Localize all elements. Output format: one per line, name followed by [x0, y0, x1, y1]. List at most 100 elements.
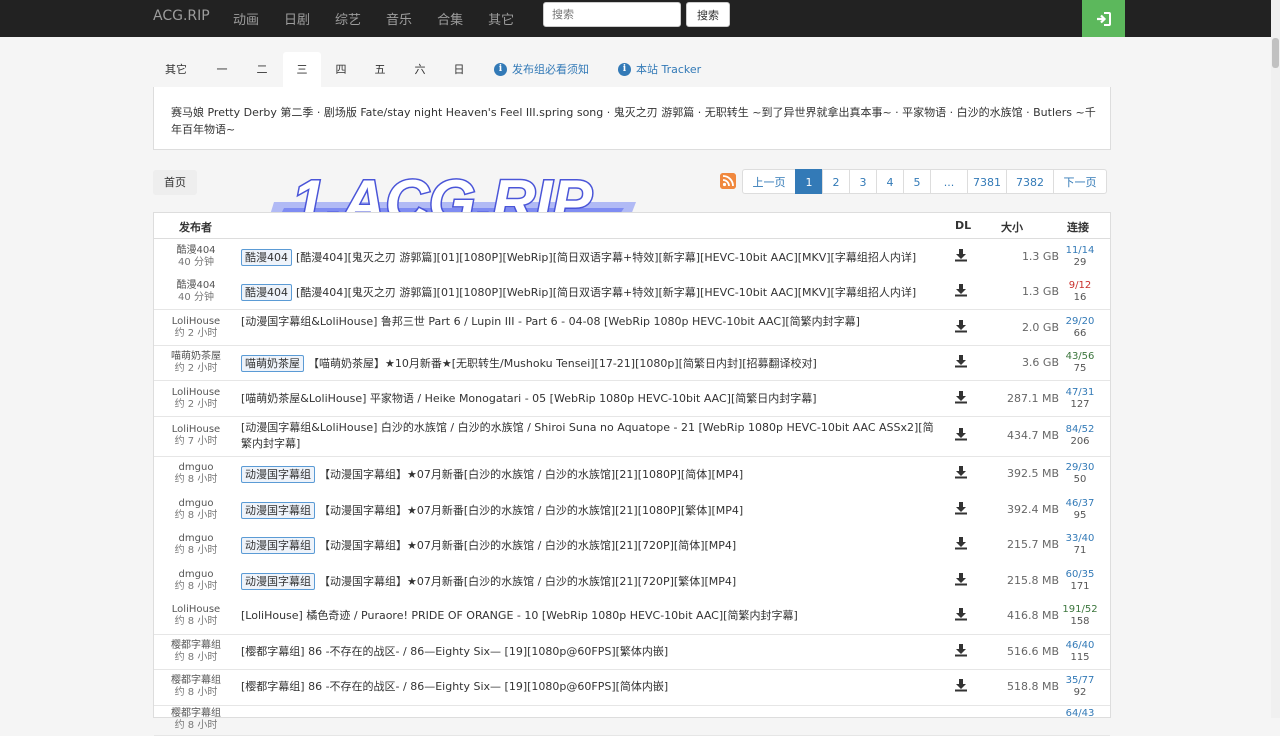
seeders-leechers: 29/20 [1065, 315, 1095, 327]
file-size: 287.1 MB [1006, 391, 1059, 405]
torrent-title-link[interactable]: [酷漫404][鬼灭之刃 游郭篇][01][1080P][WebRip][简日双… [296, 251, 916, 264]
team-tag[interactable]: 酷漫404 [241, 283, 292, 301]
page-4[interactable]: 4 [876, 169, 904, 194]
publisher-cell: dmguo 约 8 小时 [154, 462, 238, 486]
torrent-title-link[interactable]: [喵萌奶茶屋&LoliHouse] 平家物语 / Heike Monogatar… [241, 392, 817, 405]
publisher-name[interactable]: dmguo [154, 462, 238, 474]
download-icon[interactable] [954, 354, 968, 368]
team-tag[interactable]: 动漫国字幕组 [241, 466, 315, 483]
team-tag[interactable]: 喵萌奶茶屋 [241, 354, 304, 372]
download-icon[interactable] [954, 390, 968, 404]
download-icon[interactable] [954, 319, 968, 333]
page-2[interactable]: 2 [822, 169, 850, 194]
torrent-title-link[interactable]: [樱都字幕组] 86 -不存在的战区- / 86—Eighty Six— [19… [241, 680, 668, 693]
tab-tuesday[interactable]: 二 [243, 52, 281, 87]
torrent-title-link[interactable]: [LoliHouse] 橘色奇迹 / Puraore! PRIDE OF ORA… [241, 609, 798, 622]
page-7382[interactable]: 7382 [1006, 169, 1054, 194]
tab-wednesday[interactable]: 三 [283, 52, 321, 87]
publisher-name[interactable]: 樱都字幕组 [154, 640, 238, 652]
page-scrollbar[interactable] [1271, 0, 1280, 718]
torrent-title-link[interactable]: 【喵萌奶茶屋】★10月新番★[无职转生/Mushoku Tensei][17-2… [308, 357, 817, 370]
nav-link-music[interactable]: 音乐 [386, 9, 412, 28]
torrent-title-link[interactable]: [动漫国字幕组&LoliHouse] 鲁邦三世 Part 6 / Lupin I… [241, 315, 860, 328]
seeders-leechers: 47/31 [1065, 386, 1095, 398]
tracker-link[interactable]: i 本站 Tracker [618, 52, 701, 87]
publisher-name[interactable]: 樱都字幕组 [154, 708, 238, 720]
nav-link-other[interactable]: 其它 [488, 9, 514, 28]
team-tag[interactable]: 动漫国字幕组 [241, 537, 315, 554]
login-button[interactable] [1082, 0, 1125, 37]
schedule-list[interactable]: 赛马娘 Pretty Derby 第二季 · 剧场版 Fate/stay nig… [171, 104, 1096, 138]
publisher-name[interactable]: LoliHouse [154, 316, 238, 328]
publisher-name[interactable]: dmguo [154, 498, 238, 510]
download-icon[interactable] [954, 607, 968, 621]
tab-saturday[interactable]: 六 [401, 52, 439, 87]
publisher-name[interactable]: 酷漫404 [154, 280, 238, 292]
search-button[interactable]: 搜索 [686, 2, 730, 27]
publisher-cell: 樱都字幕组约 8 小时 [154, 675, 238, 699]
publisher-name[interactable]: LoliHouse [154, 604, 238, 616]
publisher-notice-link[interactable]: i 发布组必看须知 [494, 52, 589, 87]
download-icon[interactable] [954, 283, 968, 297]
search-input[interactable] [543, 2, 681, 27]
nav-link-collection[interactable]: 合集 [437, 9, 463, 28]
download-icon[interactable] [954, 501, 968, 515]
tab-other[interactable]: 其它 [153, 52, 199, 87]
torrent-title-link[interactable]: [酷漫404][鬼灭之刃 游郭篇][01][1080P][WebRip][简日双… [296, 286, 916, 299]
team-tag[interactable]: 酷漫404 [241, 248, 292, 266]
publisher-cell: 喵萌奶茶屋约 2 小时 [154, 351, 238, 375]
download-icon[interactable] [954, 643, 968, 657]
download-icon[interactable] [954, 465, 968, 479]
scrollbar-thumb[interactable] [1272, 38, 1279, 68]
torrent-title-link[interactable]: 【动漫国字幕组】★07月新番[白沙的水族馆 / 白沙的水族馆][21][1080… [319, 468, 743, 481]
team-tag[interactable]: 动漫国字幕组 [241, 501, 315, 519]
download-icon[interactable] [954, 427, 968, 441]
torrent-title-link[interactable]: [樱都字幕组] 86 -不存在的战区- / 86—Eighty Six— [19… [241, 645, 668, 658]
publisher-name[interactable]: LoliHouse [154, 424, 238, 436]
seeders-leechers: 46/40 [1065, 639, 1095, 651]
download-icon[interactable] [954, 248, 968, 262]
publisher-name[interactable]: 喵萌奶茶屋 [154, 351, 238, 363]
seeders-leechers: 33/40 [1065, 533, 1095, 544]
breadcrumb-home[interactable]: 首页 [153, 170, 197, 195]
page-3[interactable]: 3 [849, 169, 877, 194]
nav-link-drama[interactable]: 日剧 [284, 9, 310, 28]
publisher-name[interactable]: 樱都字幕组 [154, 675, 238, 687]
nav-link-anime[interactable]: 动画 [233, 9, 259, 28]
download-icon[interactable] [954, 572, 968, 586]
tab-friday[interactable]: 五 [361, 52, 399, 87]
completed-count: 206 [1070, 436, 1090, 447]
download-icon[interactable] [954, 536, 968, 550]
page-prev[interactable]: 上一页 [742, 169, 796, 194]
publisher-cell: dmguo 约 8 小时 [154, 569, 238, 593]
info-icon: i [618, 63, 631, 76]
torrent-title-cell: [LoliHouse] 橘色奇迹 / Puraore! PRIDE OF ORA… [241, 608, 941, 624]
torrent-title-link[interactable]: 【动漫国字幕组】★07月新番[白沙的水族馆 / 白沙的水族馆][21][720P… [319, 575, 736, 588]
seeders-leechers: 9/12 [1068, 279, 1092, 291]
torrent-title-link[interactable]: 【动漫国字幕组】★07月新番[白沙的水族馆 / 白沙的水族馆][21][720P… [319, 539, 736, 552]
login-icon [1097, 11, 1111, 26]
torrent-title-link[interactable]: [动漫国字幕组&LoliHouse] 白沙的水族馆 / 白沙的水族馆 / Shi… [241, 421, 934, 450]
brand-link[interactable]: ACG.RIP [153, 8, 210, 24]
team-tag[interactable]: 动漫国字幕组 [241, 572, 315, 590]
publisher-name[interactable]: 酷漫404 [154, 245, 238, 257]
publisher-name[interactable]: dmguo [154, 533, 238, 545]
rss-icon[interactable] [720, 173, 736, 189]
tab-monday[interactable]: 一 [203, 52, 241, 87]
publisher-name[interactable]: dmguo [154, 569, 238, 581]
tab-sunday[interactable]: 日 [440, 52, 478, 87]
download-icon[interactable] [954, 678, 968, 692]
tab-thursday[interactable]: 四 [322, 52, 360, 87]
page-5[interactable]: 5 [903, 169, 931, 194]
publish-time: 约 8 小时 [174, 687, 218, 698]
page-1[interactable]: 1 [795, 169, 823, 194]
torrent-title-link[interactable]: 【动漫国字幕组】★07月新番[白沙的水族馆 / 白沙的水族馆][21][1080… [319, 504, 743, 517]
seeders-leechers: 64/43 [1065, 708, 1095, 719]
page-7381[interactable]: 7381 [967, 169, 1007, 194]
publisher-cell: LoliHouse 约 8 小时 [154, 604, 238, 628]
page-next[interactable]: 下一页 [1053, 169, 1107, 194]
publisher-name[interactable]: LoliHouse [154, 387, 238, 399]
publish-time: 约 8 小时 [174, 580, 218, 592]
nav-link-variety[interactable]: 综艺 [335, 9, 361, 28]
publisher-cell: 酷漫404 40 分钟 [154, 280, 238, 304]
